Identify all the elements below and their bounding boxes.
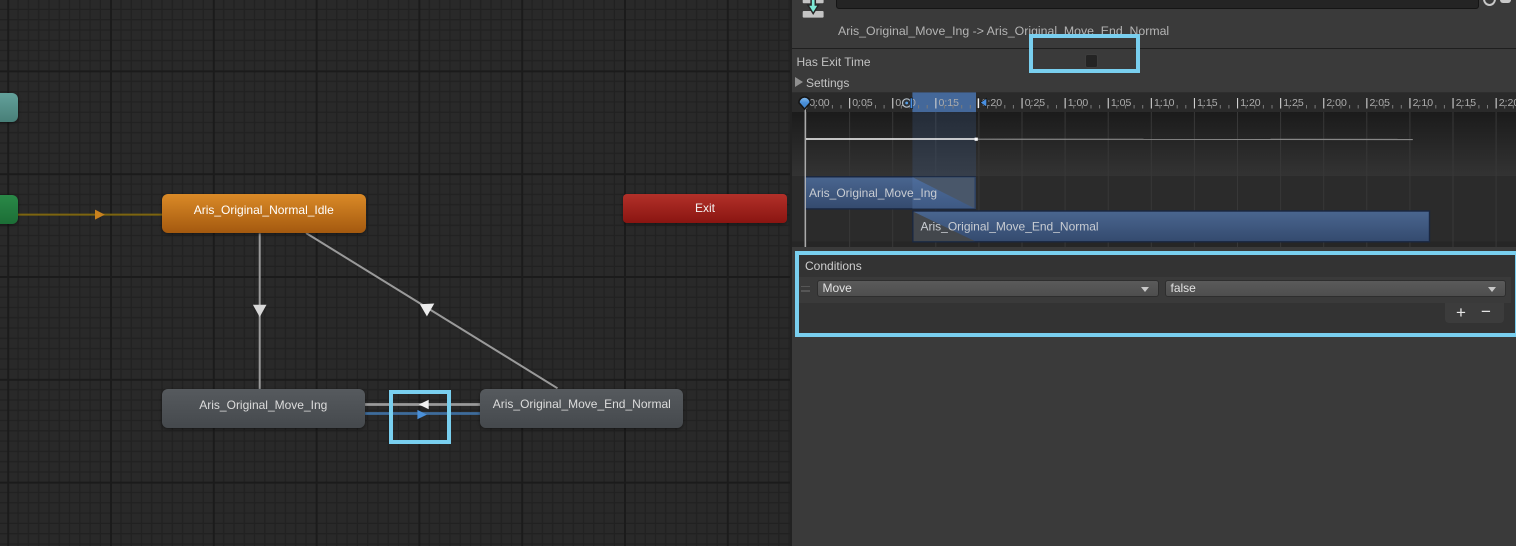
svg-text:Aris_Original_Move_Ing: Aris_Original_Move_Ing [809, 185, 937, 199]
svg-text:Aris_Original_Move_End_Normal: Aris_Original_Move_End_Normal [921, 219, 1099, 233]
svg-text:1:00: 1:00 [1068, 97, 1089, 109]
svg-text:1:25: 1:25 [1283, 97, 1304, 109]
svg-text:1:15: 1:15 [1197, 97, 1218, 109]
svg-text:0:25: 0:25 [1025, 97, 1046, 109]
svg-text:0:05: 0:05 [852, 97, 873, 109]
svg-text:2:15: 2:15 [1456, 97, 1477, 109]
svg-text:0:00: 0:00 [809, 97, 830, 109]
svg-text:0:15: 0:15 [939, 97, 960, 109]
svg-text:2:05: 2:05 [1370, 97, 1391, 109]
svg-text:2:00: 2:00 [1326, 97, 1347, 109]
svg-text:1:10: 1:10 [1154, 97, 1175, 109]
svg-text:2:10: 2:10 [1413, 97, 1434, 109]
svg-text:1:05: 1:05 [1111, 97, 1132, 109]
svg-text:1:20: 1:20 [1240, 97, 1261, 109]
